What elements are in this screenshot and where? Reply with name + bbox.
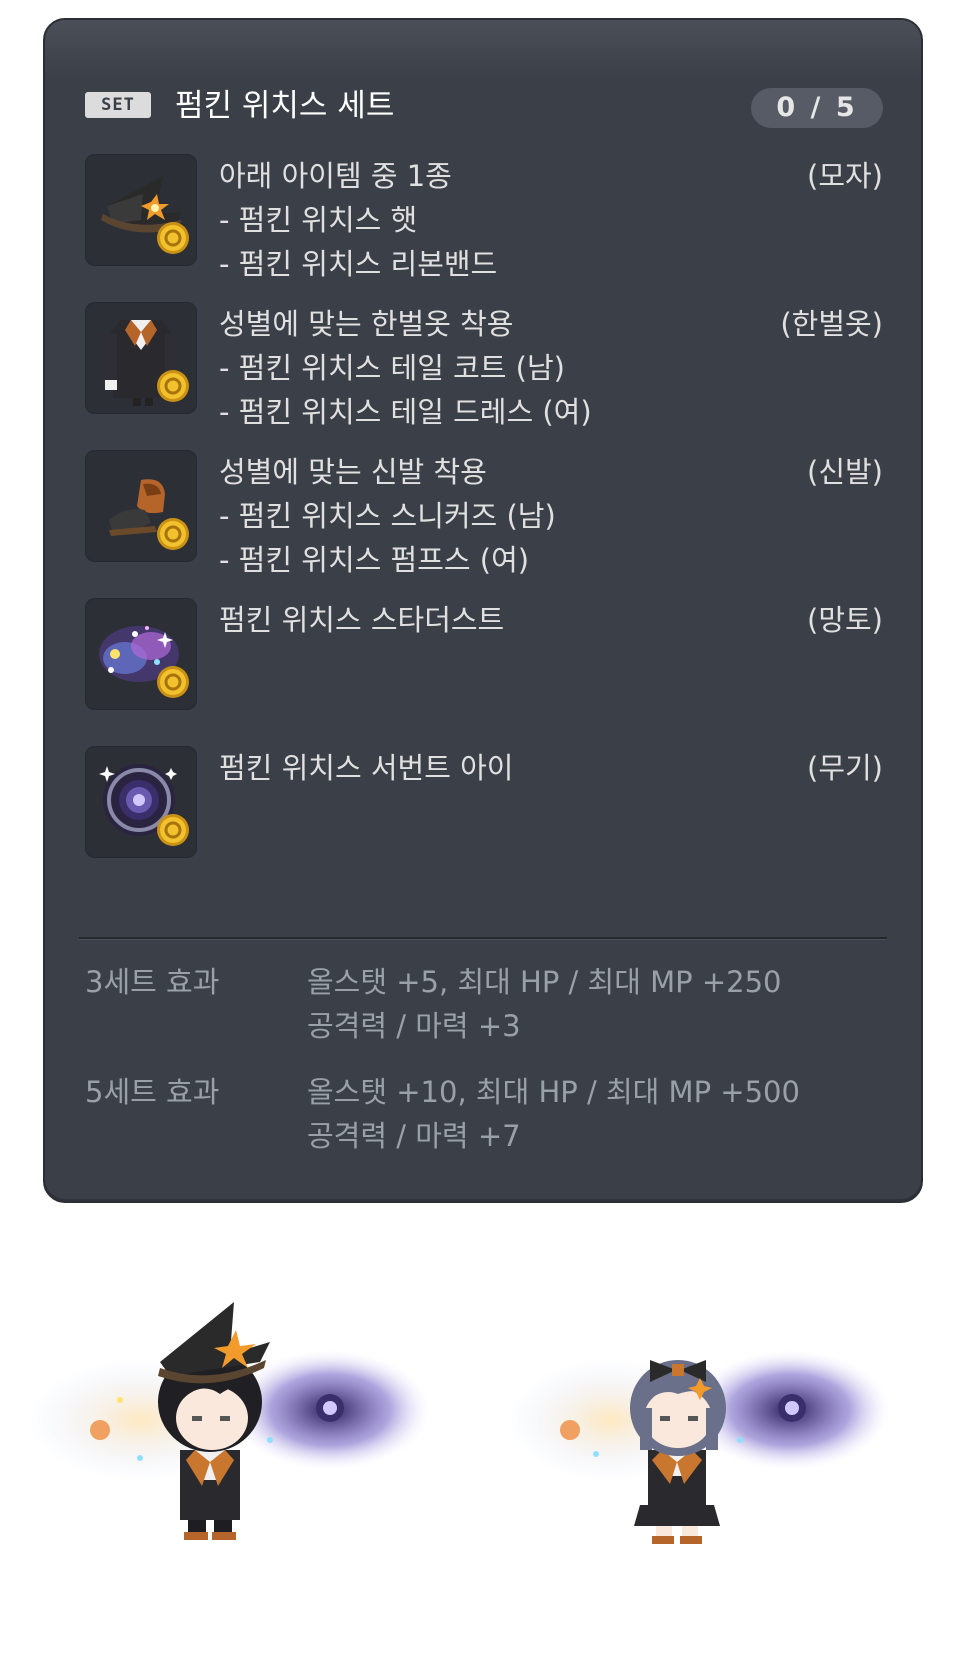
item-line: - 펌킨 위치스 테일 코트 (남) [219, 351, 565, 385]
item-category: (신발) [807, 455, 883, 489]
item-slot[interactable] [85, 154, 197, 266]
item-category: (한벌옷) [780, 307, 883, 341]
female-character-preview [500, 1290, 940, 1570]
item-line: 아래 아이템 중 1종 [219, 159, 452, 193]
item-line: 펌킨 위치스 서번트 아이 [219, 751, 514, 785]
item-slot[interactable] [85, 302, 197, 414]
set-item-hat[interactable]: 아래 아이템 중 1종 - 펌킨 위치스 햇 - 펌킨 위치스 리본밴드 (모자… [85, 154, 883, 284]
item-line: - 펌킨 위치스 펌프스 (여) [219, 543, 530, 577]
stardust-cape-icon [99, 626, 189, 698]
effect-label: 5세트 효과 [85, 1075, 220, 1109]
set-effects: 3세트 효과 올스탯 +5, 최대 HP / 최대 MP +250 공격력 / … [85, 960, 883, 1180]
shoes-icon [109, 479, 189, 550]
item-category: (무기) [807, 751, 883, 785]
set-progress-counter: 0 / 5 [751, 88, 883, 128]
effect-value: 올스탯 +10, 최대 HP / 최대 MP +500 [307, 1075, 800, 1109]
item-line: - 펌킨 위치스 햇 [219, 203, 418, 237]
item-category: (망토) [807, 603, 883, 637]
item-category: (모자) [807, 159, 883, 193]
suit-icon [105, 320, 189, 406]
set-item-overall[interactable]: 성별에 맞는 한벌옷 착용 - 펌킨 위치스 테일 코트 (남) - 펌킨 위치… [85, 302, 883, 432]
item-line: 성별에 맞는 신발 착용 [219, 455, 487, 489]
set-effect-5: 5세트 효과 올스탯 +10, 최대 HP / 최대 MP +500 공격력 /… [85, 1070, 883, 1180]
set-title: 펌킨 위치스 세트 [175, 88, 395, 124]
effect-label: 3세트 효과 [85, 965, 220, 999]
effect-value: 공격력 / 마력 +3 [307, 1009, 521, 1043]
set-item-weapon[interactable]: 펌킨 위치스 서번트 아이 (무기) [85, 746, 883, 876]
item-slot[interactable] [85, 598, 197, 710]
effect-value: 올스탯 +5, 최대 HP / 최대 MP +250 [307, 965, 782, 999]
item-slot[interactable] [85, 450, 197, 562]
servant-eye-icon [99, 764, 189, 846]
male-character-preview [20, 1290, 460, 1570]
set-badge: SET [85, 92, 151, 118]
item-line: - 펌킨 위치스 테일 드레스 (여) [219, 395, 592, 429]
item-line: 펌킨 위치스 스타더스트 [219, 603, 505, 637]
section-divider [79, 937, 887, 940]
set-item-cape[interactable]: 펌킨 위치스 스타더스트 (망토) [85, 598, 883, 728]
set-item-shoes[interactable]: 성별에 맞는 신발 착용 - 펌킨 위치스 스니커즈 (남) - 펌킨 위치스 … [85, 450, 883, 580]
set-effect-3: 3세트 효과 올스탯 +5, 최대 HP / 최대 MP +250 공격력 / … [85, 960, 883, 1070]
item-slot[interactable] [85, 746, 197, 858]
character-previews [0, 1290, 962, 1570]
witch-hat-icon [101, 176, 189, 254]
item-line: - 펌킨 위치스 리본밴드 [219, 247, 498, 281]
set-tooltip-panel: SET 펌킨 위치스 세트 0 / 5 아래 아이템 중 1종 - 펌킨 위치스… [43, 18, 923, 1203]
set-header: SET 펌킨 위치스 세트 0 / 5 [85, 76, 883, 136]
item-line: - 펌킨 위치스 스니커즈 (남) [219, 499, 556, 533]
effect-value: 공격력 / 마력 +7 [307, 1119, 521, 1153]
